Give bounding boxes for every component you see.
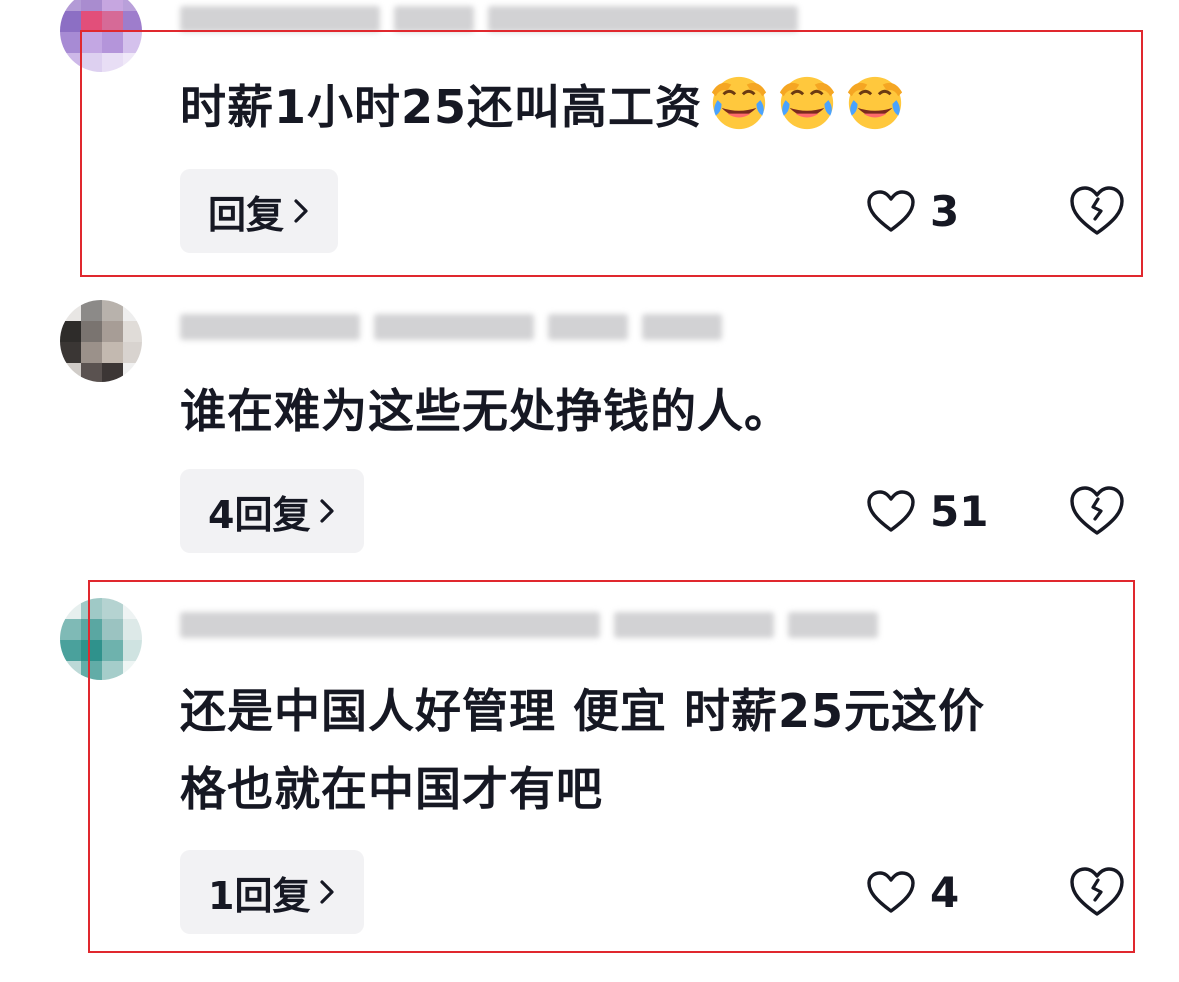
chevron-right-icon bbox=[320, 880, 335, 904]
heart-outline-icon bbox=[867, 190, 915, 232]
comment-item: 还是中国人好管理 便宜 时薪25元这价 格也就在中国才有吧 1回复 4 bbox=[0, 580, 1179, 982]
chevron-right-icon bbox=[320, 499, 335, 523]
laughing-crying-emoji-icon bbox=[847, 76, 903, 130]
like-button[interactable]: 3 bbox=[866, 181, 959, 241]
heart-outline-icon bbox=[867, 490, 915, 532]
comment-text-line: 谁在难为这些无处挣钱的人。 bbox=[180, 384, 791, 438]
broken-heart-icon[interactable] bbox=[1068, 183, 1126, 239]
reply-button[interactable]: 4回复 bbox=[180, 469, 365, 553]
comment-text: 谁在难为这些无处挣钱的人。 bbox=[180, 372, 791, 450]
reply-label: 4回复 bbox=[208, 492, 311, 537]
comment-text: 还是中国人好管理 便宜 时薪25元这价 格也就在中国才有吧 bbox=[180, 672, 985, 828]
reply-label: 回复 bbox=[208, 192, 285, 237]
reply-button[interactable]: 1回复 bbox=[180, 850, 365, 934]
broken-heart-icon[interactable] bbox=[1068, 483, 1126, 539]
username-blurred[interactable] bbox=[180, 2, 798, 36]
comment-text-line: 还是中国人好管理 便宜 时薪25元这价 bbox=[180, 684, 986, 738]
comment-text-line: 格也就在中国才有吧 bbox=[180, 762, 603, 816]
reply-button[interactable]: 回复 bbox=[180, 169, 339, 253]
comment-item: 谁在难为这些无处挣钱的人。 4回复 51 bbox=[0, 290, 1179, 580]
reply-label: 1回复 bbox=[208, 873, 311, 918]
like-count: 4 bbox=[930, 867, 960, 917]
username-blurred[interactable] bbox=[180, 608, 878, 642]
laughing-crying-emoji-icon bbox=[779, 76, 835, 130]
comment-text: 时薪1小时25还叫高工资 bbox=[180, 68, 906, 146]
like-button[interactable]: 51 bbox=[866, 481, 988, 541]
chevron-right-icon bbox=[294, 199, 308, 223]
heart-outline-icon bbox=[867, 871, 915, 913]
broken-heart-icon[interactable] bbox=[1068, 864, 1126, 920]
comment-text-line: 时薪1小时25还叫高工资 bbox=[180, 80, 703, 134]
like-button[interactable]: 4 bbox=[866, 862, 959, 922]
comment-item: 时薪1小时25还叫高工资 回复 3 bbox=[0, 0, 1179, 290]
avatar[interactable] bbox=[60, 300, 142, 382]
like-count: 3 bbox=[930, 186, 960, 236]
avatar[interactable] bbox=[60, 598, 142, 680]
like-count: 51 bbox=[930, 486, 989, 536]
username-blurred[interactable] bbox=[180, 310, 722, 344]
laughing-crying-emoji-icon bbox=[711, 76, 767, 130]
avatar[interactable] bbox=[60, 0, 142, 72]
